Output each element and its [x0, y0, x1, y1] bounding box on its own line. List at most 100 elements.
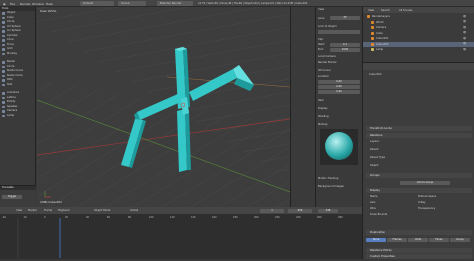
tool-item-icon [2, 43, 5, 46]
tool-item-icon [2, 101, 5, 104]
outliner: View Search All Scenes RenderLayers 👁 Worl… [362, 7, 474, 62]
matcap-preview[interactable] [320, 129, 358, 165]
timeline-frame-menu[interactable]: Frame [44, 209, 52, 212]
npanel-background-images-label[interactable]: Background Images [318, 185, 344, 188]
redo-toggle-field[interactable]: Toggle [2, 195, 22, 199]
tool-item-label: Circle [7, 64, 15, 68]
tool-item[interactable]: Lamp [0, 114, 35, 119]
scene-selector[interactable]: Scene [118, 1, 146, 6]
duplication-tab[interactable]: Faces [429, 238, 449, 242]
visibility-eye-icon[interactable]: 👁 [463, 15, 466, 18]
outliner-row[interactable]: Lamp 👁 [363, 47, 474, 52]
properties-section-header[interactable]: Transform Locks [366, 126, 472, 131]
current-frame-field[interactable]: 248 [318, 208, 338, 213]
timeline-marker-menu[interactable]: Marker [28, 209, 37, 212]
properties-field-label[interactable]: Transparency [418, 207, 435, 210]
tool-item-icon [2, 105, 5, 108]
outliner-view-menu[interactable]: View [368, 9, 374, 12]
timeline-tick-label: 180 [233, 216, 238, 219]
timeline[interactable] [0, 207, 362, 259]
outliner-scenes-selector[interactable]: All Scenes [399, 9, 412, 12]
render-engine-selector[interactable]: Blender Render [157, 1, 193, 6]
properties-field-label[interactable]: X-Ray [418, 201, 425, 204]
properties-section-header[interactable]: Duplication [366, 230, 472, 235]
outliner-row[interactable]: RenderLayers 👁 [363, 14, 474, 19]
tool-item-label: Camera [7, 109, 18, 112]
properties-field-label[interactable]: Name [370, 195, 378, 198]
tool-item-label: Nurbs Curve [7, 69, 24, 72]
tool-item-icon [2, 12, 5, 15]
layout-selector[interactable]: Default [80, 1, 114, 6]
properties-field-label[interactable]: Texture Space [418, 195, 436, 198]
mesh-right-arm[interactable] [189, 69, 237, 101]
timeline-view-menu[interactable]: View [16, 209, 22, 212]
npanel-motion-tracking-label[interactable]: Motion Tracking [318, 177, 338, 180]
tool-item-icon [2, 79, 5, 82]
tool-item-label: Circle [7, 20, 15, 23]
properties-section-header[interactable]: Relations Extras [366, 248, 472, 253]
tool-item[interactable]: Monkey [0, 52, 35, 57]
outliner-row[interactable]: World 👁 [363, 20, 474, 25]
timeline-tick-label: 140 [191, 216, 196, 219]
properties-section-header[interactable]: Display [366, 188, 472, 193]
outliner-row-label: RenderLayers [372, 15, 390, 18]
cursor-y-field[interactable]: 0.00 [318, 85, 360, 89]
properties-field-label[interactable]: Object [370, 164, 378, 167]
outliner-search-menu[interactable]: Search [381, 9, 390, 12]
outliner-row[interactable]: Cube.002 👁 [363, 41, 474, 47]
properties-field-label[interactable]: Axis [370, 201, 375, 204]
mesh-left-arm[interactable] [137, 93, 183, 120]
outliner-row[interactable]: Cube 👁 [363, 31, 474, 36]
outliner-row[interactable]: Cube.001 👁 [363, 36, 474, 41]
cursor-x-field[interactable]: 0.00 [318, 80, 360, 84]
blender-logo-icon[interactable]: ◉ [3, 2, 6, 6]
frame-start-field[interactable]: 1 [260, 208, 284, 213]
visibility-eye-icon[interactable]: 👁 [463, 42, 466, 45]
clip-start-field[interactable]: 0.1 [330, 43, 360, 47]
properties-section-header[interactable]: Groups [366, 173, 472, 178]
cursor-z-field[interactable]: 0.00 [318, 90, 360, 94]
tool-item-icon [2, 114, 5, 117]
properties-section-header[interactable]: Relations [366, 133, 472, 138]
duplication-tab[interactable]: None [366, 238, 386, 242]
tool-item-icon [2, 34, 5, 37]
duplication-tab[interactable]: Group [450, 238, 470, 242]
visibility-eye-icon[interactable]: 👁 [463, 20, 466, 23]
properties-field-label[interactable]: Wire [370, 207, 376, 210]
properties-section-header[interactable]: Custom Properties [366, 254, 472, 259]
timeline-mode-selector[interactable]: Object Mode [94, 209, 110, 212]
visibility-eye-icon[interactable]: 👁 [463, 48, 466, 51]
3d-viewport[interactable] [0, 0, 474, 261]
outliner-row[interactable]: Camera 👁 [363, 25, 474, 30]
top-bar: ◉ File Render Window Help Default Scene … [0, 0, 474, 7]
timeline-pivot-selector[interactable]: Global [130, 209, 138, 212]
properties-field-label[interactable]: Parent Type [370, 156, 385, 159]
tool-item[interactable]: Text [0, 83, 35, 88]
duplication-tab[interactable]: Verts [408, 238, 428, 242]
menu-help[interactable]: Help [46, 2, 53, 6]
outliner-header: View Search All Scenes [363, 7, 474, 13]
lock-object-field[interactable] [318, 30, 360, 34]
menu-render[interactable]: Render [20, 2, 31, 6]
lens-field[interactable]: 35 [330, 16, 360, 20]
npanel-item-header: Item [318, 99, 324, 102]
cyan-mesh-figure[interactable] [121, 47, 254, 172]
viewport-scene[interactable] [0, 0, 474, 261]
properties-field-label[interactable]: Draw Bounds [370, 213, 387, 216]
timeline-tick-label: 20 [65, 216, 69, 219]
clip-end-field[interactable]: 1000 [330, 48, 360, 52]
timeline-playback-menu[interactable]: Playback [58, 209, 70, 212]
visibility-eye-icon[interactable]: 👁 [463, 37, 466, 40]
duplication-tab[interactable]: Frames [387, 238, 407, 242]
menu-file[interactable]: File [10, 2, 15, 6]
visibility-eye-icon[interactable]: 👁 [463, 26, 466, 29]
visibility-eye-icon[interactable]: 👁 [463, 31, 466, 34]
tool-item-icon [2, 52, 5, 55]
properties-field-label[interactable]: Parent: [370, 148, 379, 151]
properties-field-label[interactable]: Layers: [370, 140, 379, 143]
frame-end-field[interactable]: 250 [288, 208, 312, 213]
menu-window[interactable]: Window [32, 2, 44, 6]
tool-item-label: UV Sphere [7, 24, 21, 28]
add-to-group-button[interactable]: Add to Group [400, 181, 450, 185]
npanel-3d-cursor-header: 3D Cursor [318, 69, 331, 72]
